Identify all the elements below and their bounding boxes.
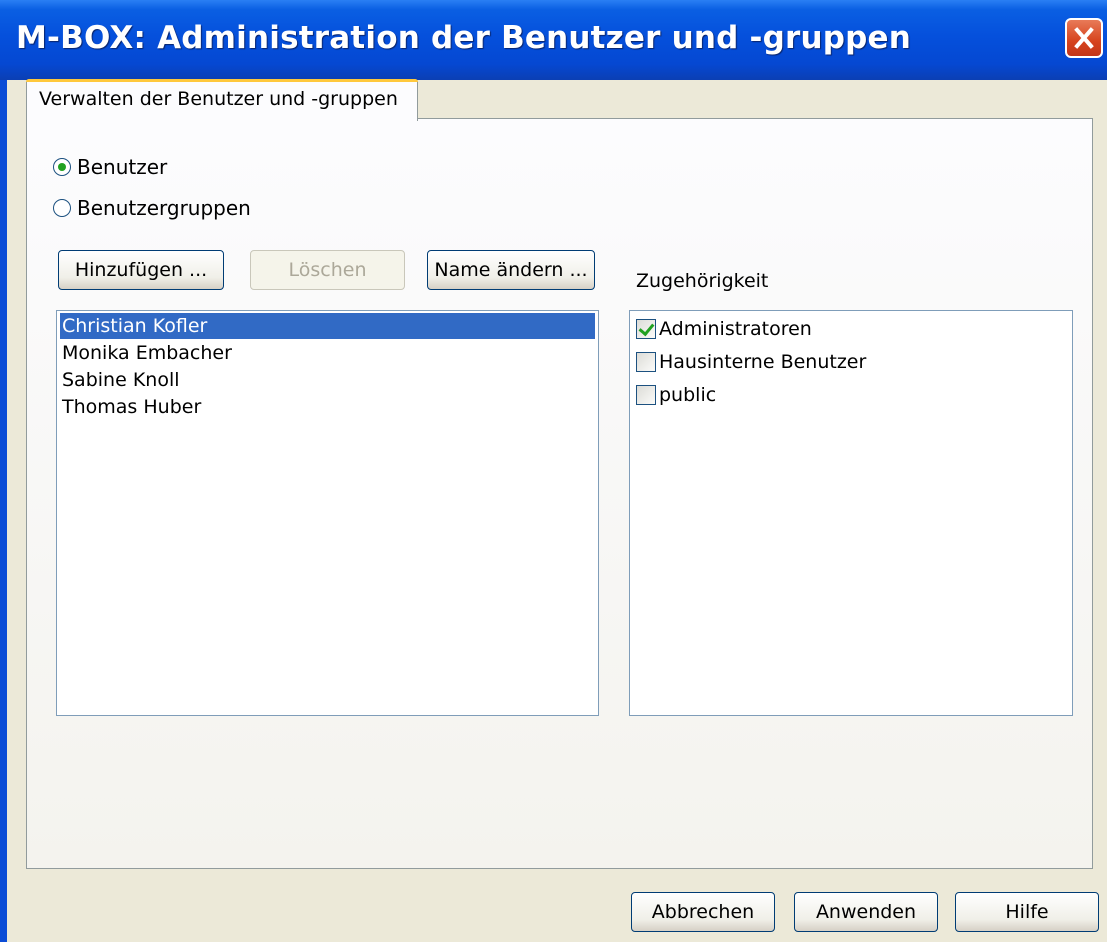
group-checkbox-administrators[interactable] [636, 319, 656, 339]
membership-title: Zugehörigkeit [636, 270, 769, 292]
cancel-button[interactable]: Abbrechen [631, 892, 775, 932]
user-list[interactable]: Christian Kofler Monika Embacher Sabine … [56, 310, 599, 716]
add-button[interactable]: Hinzufügen ... [58, 250, 224, 290]
group-label: public [659, 384, 717, 406]
user-list-item[interactable]: Sabine Knoll [60, 367, 180, 393]
help-button[interactable]: Hilfe [955, 892, 1099, 932]
group-row-internal-users[interactable]: Hausinterne Benutzer [636, 348, 866, 376]
group-label: Administratoren [659, 318, 812, 340]
dialog-window: M-BOX: Administration der Benutzer und -… [0, 0, 1107, 942]
close-icon [1074, 27, 1094, 49]
group-checkbox-internal-users[interactable] [636, 352, 656, 372]
radio-groups[interactable]: Benutzergruppen [53, 196, 251, 220]
rename-button[interactable]: Name ändern ... [427, 250, 595, 290]
group-checkbox-public[interactable] [636, 385, 656, 405]
apply-button[interactable]: Anwenden [794, 892, 938, 932]
tab-label: Verwalten der Benutzer und -gruppen [39, 88, 398, 110]
radio-groups-label: Benutzergruppen [77, 196, 251, 220]
group-label: Hausinterne Benutzer [659, 351, 867, 373]
membership-list[interactable]: Administratoren Hausinterne Benutzer pub… [629, 310, 1073, 716]
user-list-item[interactable]: Monika Embacher [60, 340, 232, 366]
radio-users-indicator[interactable] [53, 158, 71, 176]
title-bar: M-BOX: Administration der Benutzer und -… [0, 0, 1107, 80]
user-list-item[interactable]: Christian Kofler [60, 313, 595, 339]
radio-groups-indicator[interactable] [53, 199, 71, 217]
close-button[interactable] [1065, 18, 1103, 58]
window-border [0, 80, 7, 942]
radio-users[interactable]: Benutzer [53, 155, 167, 179]
delete-button[interactable]: Löschen [250, 250, 405, 290]
group-row-public[interactable]: public [636, 381, 716, 409]
user-list-item[interactable]: Thomas Huber [60, 394, 201, 420]
tab-manage-users[interactable]: Verwalten der Benutzer und -gruppen [26, 79, 418, 121]
group-row-administrators[interactable]: Administratoren [636, 315, 812, 343]
radio-users-label: Benutzer [77, 155, 168, 179]
window-title: M-BOX: Administration der Benutzer und -… [16, 20, 912, 56]
